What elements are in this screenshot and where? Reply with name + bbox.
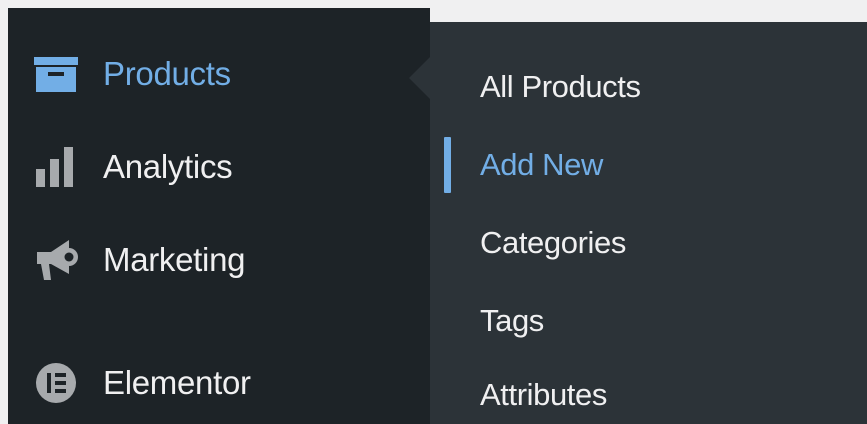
submenu-item-label: All Products — [480, 69, 641, 104]
submenu-pointer — [409, 56, 431, 100]
submenu-item-tags[interactable]: Tags — [430, 290, 867, 352]
menu-item-label: Products — [103, 55, 231, 92]
menu-item-label: Marketing — [103, 241, 246, 278]
menu-item-analytics[interactable]: Analytics — [8, 132, 430, 202]
active-indicator — [444, 137, 451, 193]
megaphone-icon — [30, 238, 82, 282]
products-submenu: All Products Add New Categories Tags Att… — [430, 22, 867, 424]
submenu-item-add-new[interactable]: Add New — [430, 134, 867, 196]
bar-chart-icon — [30, 145, 82, 189]
submenu-item-label: Categories — [480, 225, 626, 260]
submenu-item-categories[interactable]: Categories — [430, 212, 867, 274]
submenu-item-all-products[interactable]: All Products — [430, 56, 867, 118]
menu-item-products[interactable]: Products — [8, 39, 430, 109]
menu-item-marketing[interactable]: Marketing — [8, 225, 430, 295]
admin-sidebar: Products Analytics Marketing Elementor A… — [8, 8, 867, 424]
menu-item-label: Elementor — [103, 364, 251, 401]
submenu-item-label: Add New — [480, 147, 603, 182]
admin-menu: Products Analytics Marketing Elementor — [8, 8, 430, 424]
elementor-icon — [30, 361, 82, 405]
submenu-item-label: Attributes — [480, 377, 607, 412]
menu-item-label: Analytics — [103, 148, 233, 185]
submenu-item-attributes[interactable]: Attributes — [430, 364, 867, 424]
archive-box-icon — [30, 52, 82, 96]
submenu-item-label: Tags — [480, 303, 544, 338]
menu-item-elementor[interactable]: Elementor — [8, 348, 430, 418]
